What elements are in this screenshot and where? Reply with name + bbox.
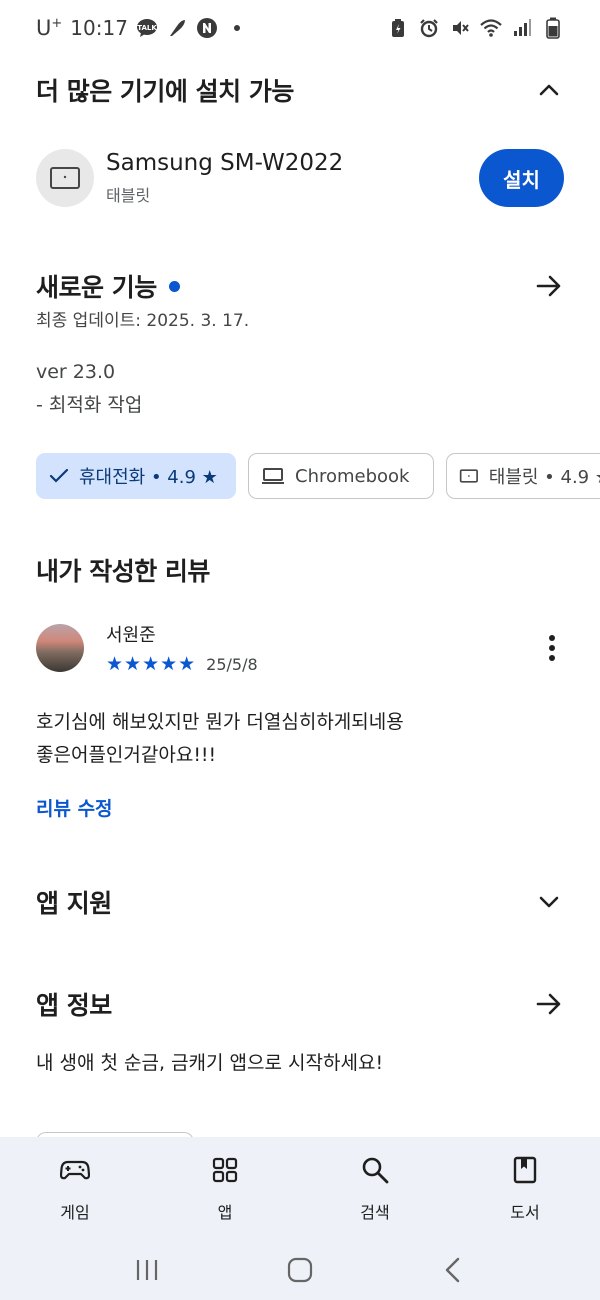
new-indicator-dot: [168, 280, 180, 292]
nav-apps[interactable]: 앱: [150, 1137, 300, 1240]
wifi-icon: [480, 17, 502, 39]
status-bar: U+ 10:17 TALK: [0, 0, 600, 56]
apps-grid-icon: [208, 1153, 242, 1187]
review-date: 25/5/8: [206, 654, 258, 674]
battery-icon: [542, 17, 564, 39]
talk-icon: TALK: [136, 17, 158, 39]
chip-tablet-label: 태블릿 • 4.9 ★: [488, 467, 600, 488]
status-left: U+ 10:17 TALK: [36, 16, 248, 40]
install-button[interactable]: 설치: [479, 149, 564, 207]
laptop-icon: [262, 468, 284, 484]
gamepad-icon: [58, 1153, 92, 1187]
battery-saver-icon: [387, 17, 409, 39]
arrow-right-icon[interactable]: [534, 271, 564, 301]
my-review-header: 내가 작성한 리뷰: [36, 550, 564, 590]
chevron-down-icon[interactable]: [534, 887, 564, 917]
home-icon[interactable]: [280, 1250, 320, 1290]
device-type: 태블릿: [106, 186, 151, 205]
device-text: Samsung SM-W2022 태블릿: [106, 150, 343, 206]
feather-icon: [166, 17, 188, 39]
review-line-2: 좋은어플인거같아요!!!: [36, 744, 217, 766]
signal-icon: [511, 17, 533, 39]
bottom-navigation: 게임 앱 검색 도서: [0, 1137, 600, 1240]
nav-books[interactable]: 도서: [450, 1137, 600, 1240]
more-devices-title: 더 많은 기기에 설치 가능: [36, 77, 294, 106]
whats-new-header[interactable]: 새로운 기능: [36, 266, 564, 306]
nav-search-label: 검색: [360, 1203, 390, 1222]
clock: 10:17: [70, 16, 128, 40]
app-support-title: 앱 지원: [36, 889, 112, 918]
chip-chromebook-label: Chromebook: [295, 465, 410, 487]
tablet-icon: [50, 167, 80, 189]
avatar: [36, 624, 84, 672]
carrier-plus: +: [51, 16, 63, 31]
nav-apps-label: 앱: [217, 1203, 233, 1222]
edit-review-link[interactable]: 리뷰 수정: [36, 794, 113, 821]
last-updated: 최종 업데이트: 2025. 3. 17.: [36, 311, 250, 331]
device-name: Samsung SM-W2022: [106, 150, 344, 176]
rating-row: ★★★★★ 25/5/8: [106, 653, 258, 675]
app-info-header[interactable]: 앱 정보: [36, 984, 564, 1024]
arrow-right-icon[interactable]: [534, 989, 564, 1019]
app-info-description: 내 생애 첫 순금, 금캐기 앱으로 시작하세요!: [36, 1052, 384, 1074]
nav-games[interactable]: 게임: [0, 1137, 150, 1240]
carrier-label: U+: [36, 16, 62, 40]
alarm-icon: [418, 17, 440, 39]
star-rating: ★★★★★: [106, 653, 197, 675]
review-author-info: 서원준 ★★★★★ 25/5/8: [106, 621, 258, 675]
system-navigation-bar: [0, 1240, 600, 1300]
chip-phone[interactable]: 휴대전화 • 4.9 ★: [36, 453, 236, 499]
nav-search[interactable]: 검색: [300, 1137, 450, 1240]
chip-phone-label: 휴대전화 • 4.9 ★: [79, 467, 218, 488]
my-review-title: 내가 작성한 리뷰: [36, 557, 210, 586]
check-icon: [49, 468, 69, 483]
tablet-device-avatar: [36, 149, 94, 207]
chevron-up-icon[interactable]: [534, 75, 564, 105]
back-icon[interactable]: [433, 1250, 473, 1290]
release-note-line: - 최적화 작업: [36, 394, 143, 416]
mute-icon: [449, 17, 471, 39]
more-devices-header[interactable]: 더 많은 기기에 설치 가능: [36, 70, 564, 110]
tablet-icon: [459, 469, 478, 483]
device-filter-chips: 휴대전화 • 4.9 ★ Chromebook 태블릿 • 4.9 ★: [36, 453, 600, 499]
version-label: ver 23.0: [36, 361, 116, 383]
svg-text:TALK: TALK: [137, 24, 157, 32]
naver-icon: [196, 17, 218, 39]
book-icon: [508, 1153, 542, 1187]
carrier-text: U: [36, 16, 52, 40]
review-author-row: 서원준 ★★★★★ 25/5/8: [36, 618, 564, 678]
app-info-title: 앱 정보: [36, 991, 112, 1020]
chip-tablet[interactable]: 태블릿 • 4.9 ★: [446, 453, 600, 499]
chip-chromebook[interactable]: Chromebook: [248, 453, 434, 499]
device-row: Samsung SM-W2022 태블릿 설치: [36, 148, 564, 208]
whats-new-title: 새로운 기능: [36, 273, 157, 302]
review-body: 호기심에 해보있지만 뭔가 더열심히하게되네용 좋은어플인거같아요!!!: [36, 706, 564, 772]
recent-apps-icon[interactable]: [127, 1250, 167, 1290]
review-line-1: 호기심에 해보있지만 뭔가 더열심히하게되네용: [36, 711, 404, 733]
status-right: [387, 17, 564, 39]
release-notes: ver 23.0 - 최적화 작업: [36, 356, 142, 422]
nav-games-label: 게임: [60, 1203, 90, 1222]
more-notifications-dot-icon: [226, 17, 248, 39]
search-icon: [358, 1153, 392, 1187]
nav-books-label: 도서: [510, 1203, 540, 1222]
more-vert-icon[interactable]: [540, 628, 564, 668]
app-support-header[interactable]: 앱 지원: [36, 882, 564, 922]
review-author-name: 서원준: [106, 625, 156, 646]
